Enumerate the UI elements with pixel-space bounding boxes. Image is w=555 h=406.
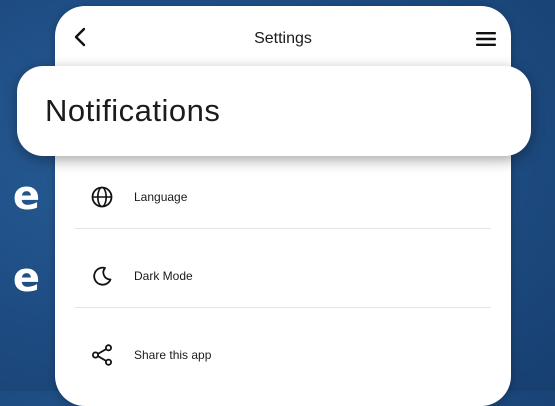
settings-item-label: Dark Mode bbox=[134, 269, 193, 283]
menu-button[interactable] bbox=[475, 31, 497, 51]
settings-item-notifications[interactable]: Notifications bbox=[17, 66, 531, 156]
settings-item-label: Language bbox=[134, 190, 188, 204]
settings-item-language[interactable]: Language bbox=[75, 170, 491, 224]
background-text-fragment: e bbox=[12, 174, 40, 218]
share-icon bbox=[90, 343, 114, 367]
globe-icon bbox=[90, 185, 114, 209]
divider bbox=[75, 307, 491, 308]
notifications-label: Notifications bbox=[45, 93, 221, 128]
page-title: Settings bbox=[254, 30, 312, 47]
hamburger-menu-icon bbox=[476, 31, 496, 51]
settings-item-label: Share this app bbox=[134, 348, 212, 362]
divider bbox=[75, 228, 491, 229]
background-text-fragment: e bbox=[12, 256, 40, 300]
settings-item-dark-mode[interactable]: Dark Mode bbox=[75, 249, 491, 303]
settings-item-share[interactable]: Share this app bbox=[75, 328, 491, 382]
moon-icon bbox=[90, 264, 114, 288]
